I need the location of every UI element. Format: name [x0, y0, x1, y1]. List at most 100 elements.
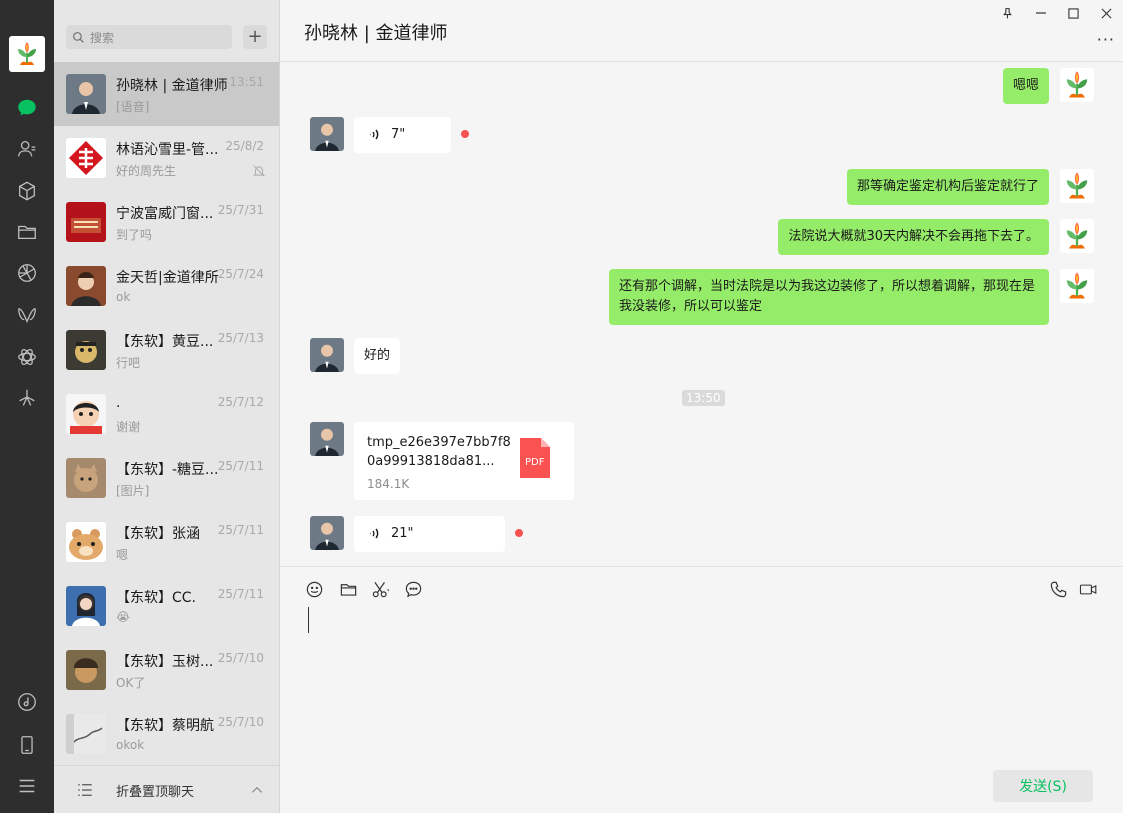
maximize-icon[interactable]	[1064, 4, 1082, 22]
chat-item[interactable]: 宁波富威门窗... 25/7/31 到了吗	[54, 190, 279, 254]
chat-name: 【东软】蔡明航	[116, 718, 214, 734]
voice-wave-icon	[370, 129, 379, 140]
text-input[interactable]	[308, 607, 309, 633]
chat-time: 25/8/2	[225, 139, 264, 153]
message-bubble-out[interactable]: 嗯嗯	[1002, 68, 1049, 104]
avatar	[66, 394, 106, 434]
folded-pinned-label: 折叠置顶聊天	[116, 785, 195, 800]
message-bubble-out[interactable]: 还有那个调解，当时法院是以为我这边装修了，所以想着调解，那现在是我没装修，所以可…	[609, 269, 1049, 325]
chat-name: 宁波富威门窗...	[116, 206, 214, 222]
contact-avatar[interactable]	[310, 516, 344, 550]
contacts-icon[interactable]	[15, 137, 39, 161]
mini-programs-icon[interactable]	[15, 345, 39, 369]
conversation-header: 孙晓林 | 金道律师 ···	[280, 0, 1123, 62]
chat-item[interactable]: 【东软】-糖豆... 25/7/11 [图片]	[54, 446, 279, 510]
nav-rail	[0, 0, 54, 813]
time-separator: 13:50	[682, 390, 725, 406]
pin-icon[interactable]	[998, 4, 1016, 22]
video-call-icon[interactable]	[1077, 579, 1099, 599]
chat-history-icon[interactable]	[403, 579, 423, 599]
chat-item[interactable]: 【东软】CC. 25/7/11 😭	[54, 574, 279, 638]
my-avatar[interactable]	[9, 36, 45, 72]
chat-name: 【东软】-糖豆...	[116, 462, 219, 478]
my-avatar	[1060, 269, 1094, 303]
contact-avatar[interactable]	[310, 117, 344, 151]
avatar	[66, 714, 106, 754]
chat-preview: okok	[116, 738, 145, 752]
chevron-up-icon	[251, 786, 263, 793]
file-size: 184.1K	[367, 477, 410, 491]
chat-item[interactable]: 【东软】黄豆... 25/7/13 行吧	[54, 318, 279, 382]
voice-message[interactable]: 7"	[354, 117, 451, 153]
my-avatar	[1060, 68, 1094, 102]
message-area: 嗯嗯 7" 那等确定鉴定机构后鉴定就行了 法院说大概就30天内解决不会再拖下去了…	[280, 62, 1123, 566]
message-bubble-out[interactable]: 法院说大概就30天内解决不会再拖下去了。	[778, 219, 1049, 255]
chat-time: 13:51	[229, 75, 264, 89]
chat-item[interactable]: 金天哲|金道律所 25/7/24 ok	[54, 254, 279, 318]
screenshot-scissors-icon[interactable]	[370, 579, 390, 599]
files-icon[interactable]	[15, 220, 39, 244]
chat-name: 孙晓林 | 金道律师	[116, 78, 228, 94]
chat-item[interactable]: 林语沁雪里-管... 25/8/2 好的周先生	[54, 126, 279, 190]
more-options-icon[interactable]: ···	[1097, 30, 1115, 49]
folded-pinned-chats[interactable]: 折叠置顶聊天	[54, 765, 279, 813]
send-button[interactable]: 发送(S)	[993, 770, 1093, 802]
chat-preview: 好的周先生	[116, 164, 177, 178]
chat-item[interactable]: 【东软】张涵 25/7/11 嗯	[54, 510, 279, 574]
plant-logo-icon	[1066, 272, 1088, 299]
chat-item[interactable]: . 25/7/12 谢谢	[54, 382, 279, 446]
voice-message[interactable]: 21"	[354, 516, 505, 552]
file-name: tmp_e26e397e7bb7f80a99913818da81...	[367, 435, 511, 469]
list-icon	[78, 784, 92, 796]
phone-icon[interactable]	[15, 733, 39, 757]
contact-avatar[interactable]	[310, 422, 344, 456]
music-icon[interactable]	[15, 690, 39, 714]
search-box[interactable]: 搜索	[66, 25, 232, 49]
chat-item[interactable]: 【东软】玉树... 25/7/10 OK了	[54, 638, 279, 702]
moments-icon[interactable]	[15, 261, 39, 285]
chat-name: 【东软】张涵	[116, 526, 200, 542]
chat-list-panel: 搜索 + 孙晓林 | 金道律师 13:51 [语音] 林语沁雪里-管... 25…	[54, 0, 280, 813]
contact-avatar[interactable]	[310, 338, 344, 372]
file-message[interactable]: tmp_e26e397e7bb7f80a99913818da81... 184.…	[354, 422, 574, 500]
unread-dot	[461, 130, 469, 138]
voice-call-icon[interactable]	[1048, 579, 1068, 599]
favorites-icon[interactable]	[15, 179, 39, 203]
mute-bell-icon	[253, 165, 265, 177]
chat-time: 25/7/31	[217, 203, 264, 217]
chat-item[interactable]: 孙晓林 | 金道律师 13:51 [语音]	[54, 62, 279, 126]
chat-preview: [图片]	[116, 484, 150, 498]
chat-preview: OK了	[116, 676, 146, 690]
chat-time: 25/7/10	[217, 651, 264, 665]
message-bubble-out[interactable]: 那等确定鉴定机构后鉴定就行了	[846, 169, 1049, 205]
add-button[interactable]: +	[243, 25, 267, 49]
chat-item[interactable]: 【东软】蔡明航 25/7/10 okok	[54, 702, 279, 766]
avatar	[66, 74, 106, 114]
conversation-panel: 孙晓林 | 金道律师 ··· 嗯嗯 7" 那等确定鉴定机构后鉴定就行了 法院说大…	[280, 0, 1123, 813]
minimize-icon[interactable]	[1032, 4, 1050, 22]
chat-icon[interactable]	[15, 96, 39, 120]
avatar	[66, 202, 106, 242]
chat-name: 【东软】玉树...	[116, 654, 214, 670]
avatar	[66, 522, 106, 562]
plant-logo-icon	[1066, 172, 1088, 199]
plant-logo-icon	[1066, 71, 1088, 98]
folder-icon[interactable]	[338, 579, 358, 599]
chat-preview: ok	[116, 290, 131, 304]
search-input[interactable]: 搜索	[90, 29, 114, 46]
channels-icon[interactable]	[15, 303, 39, 327]
composer: 发送(S)	[280, 566, 1123, 813]
chat-preview: 行吧	[116, 356, 141, 370]
voice-duration: 7"	[391, 127, 406, 142]
search-discover-icon[interactable]	[15, 386, 39, 410]
chat-time: 25/7/24	[217, 267, 264, 281]
avatar	[66, 586, 106, 626]
emoji-icon[interactable]	[304, 579, 324, 599]
avatar	[66, 330, 106, 370]
close-icon[interactable]	[1097, 4, 1115, 22]
message-bubble-in[interactable]: 好的	[354, 338, 401, 374]
chat-time: 25/7/13	[217, 331, 264, 345]
menu-icon[interactable]	[15, 774, 39, 798]
chat-preview: 到了吗	[116, 228, 153, 242]
chat-name: .	[116, 395, 121, 411]
